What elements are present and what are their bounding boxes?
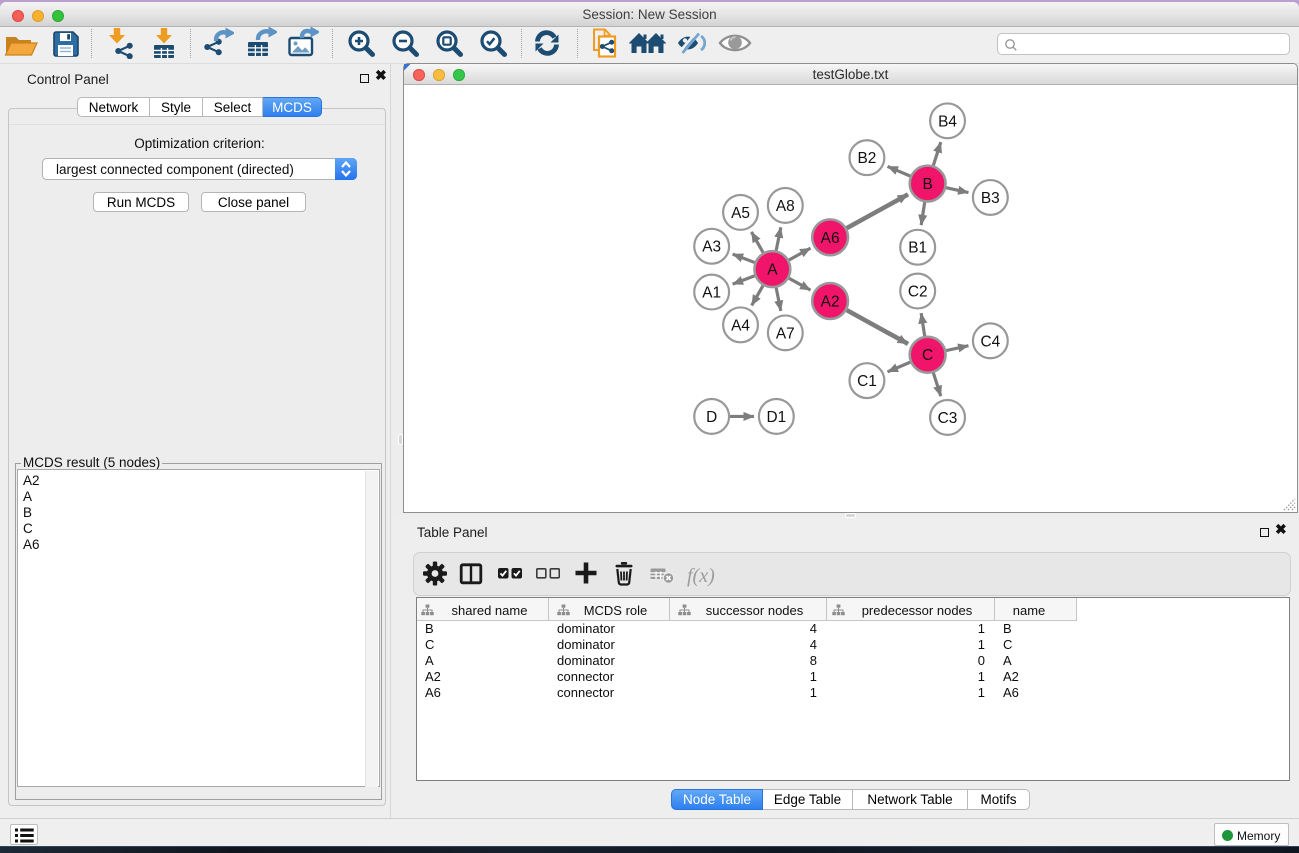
svg-text:A4: A4 [731,317,750,334]
svg-text:C1: C1 [857,373,877,390]
svg-text:B1: B1 [908,240,927,257]
svg-text:B: B [923,176,933,193]
svg-text:C2: C2 [908,284,928,301]
svg-text:D: D [706,409,717,426]
svg-text:A8: A8 [776,198,795,215]
svg-text:C: C [922,347,933,364]
svg-text:D1: D1 [767,409,787,426]
svg-text:A: A [767,262,778,279]
svg-text:C4: C4 [980,333,1000,350]
svg-text:A5: A5 [731,205,750,222]
svg-text:C3: C3 [938,410,958,427]
svg-text:A3: A3 [702,239,721,256]
svg-text:A2: A2 [821,293,840,310]
svg-text:A1: A1 [702,285,721,302]
svg-text:A7: A7 [776,325,795,342]
svg-text:B4: B4 [938,113,957,130]
svg-text:B3: B3 [981,190,1000,207]
svg-text:A6: A6 [821,230,840,247]
svg-text:B2: B2 [857,150,876,167]
